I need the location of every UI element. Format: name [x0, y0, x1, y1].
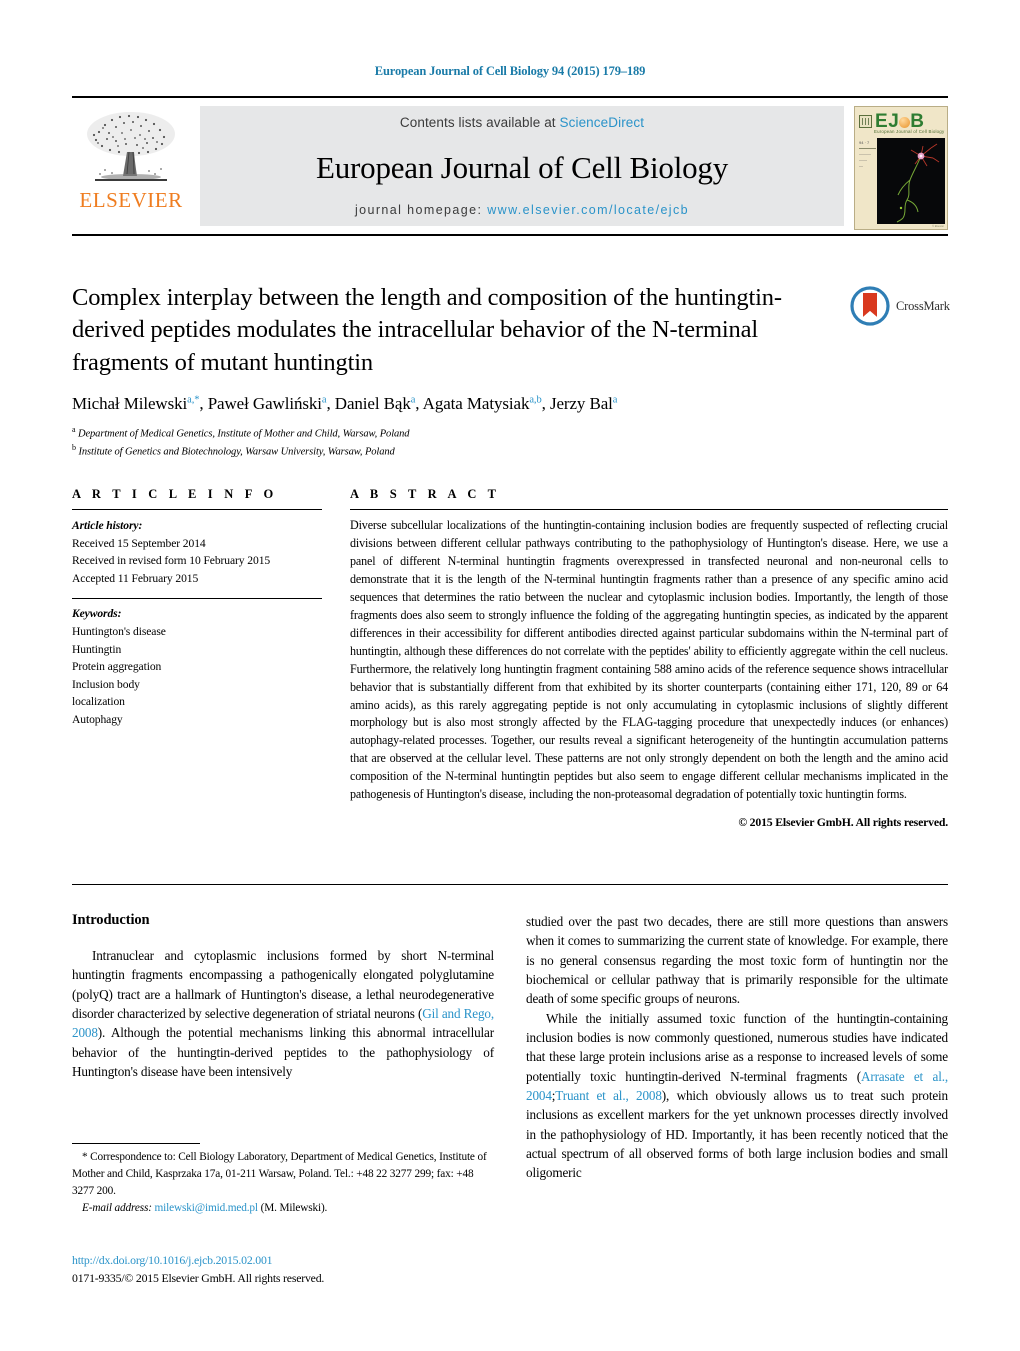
correspondence-text: * Correspondence to: Cell Biology Labora…: [72, 1151, 487, 1198]
journal-cover-thumbnail[interactable]: EJ B European Journal of Cell Biology 94 …: [854, 106, 948, 230]
running-head: European Journal of Cell Biology 94 (201…: [374, 64, 646, 78]
author-1-name: Paweł Gawliński: [207, 393, 322, 413]
author-list: Michał Milewskia,*, Paweł Gawlińskia, Da…: [72, 393, 618, 413]
author-0: Michał Milewskia,*: [72, 394, 199, 413]
keyword-3: Inclusion body: [72, 677, 140, 691]
crossmark-label: CrossMark: [896, 298, 950, 313]
journal-homepage-line: journal homepage: www.elsevier.com/locat…: [355, 203, 689, 217]
author-2-sup: a: [410, 394, 416, 406]
footnote-rule: [72, 1143, 200, 1144]
doi-block: http://dx.doi.org/10.1016/j.ejcb.2015.02…: [72, 1252, 532, 1287]
author-0-name: Michał Milewski: [72, 393, 188, 413]
author-3-sup: a,b: [529, 394, 542, 406]
cover-orange-dot-icon: [899, 117, 911, 128]
affiliation-a-text: Department of Medical Genetics, Institut…: [77, 428, 410, 440]
author-3: Agata Matysiaka,b: [423, 394, 542, 413]
keyword-1: Huntingtin: [72, 642, 122, 656]
article-history-2: Accepted 11 February 2015: [72, 571, 199, 585]
elsevier-tree-icon: [87, 112, 175, 181]
cover-meta-lines: ——— —— —: [859, 151, 871, 168]
article-history-block: Article history: Received 15 September 2…: [72, 517, 322, 587]
cover-volume-meta: 94 · 7 ——— —— —: [859, 140, 876, 169]
cover-subtitle: European Journal of Cell Biology: [874, 129, 945, 134]
author-4-name: Jerzy Bal: [549, 393, 613, 413]
article-history-label: Article history:: [72, 519, 143, 532]
journal-homepage-link[interactable]: www.elsevier.com/locate/ejcb: [487, 203, 689, 217]
cover-meta-rule: [859, 148, 876, 149]
sciencedirect-link[interactable]: ScienceDirect: [560, 115, 645, 130]
article-info-rule-mid: [72, 598, 322, 600]
cover-mini-emblem-icon: [859, 115, 872, 128]
cover-neuron-image: [877, 138, 945, 224]
body-separator-rule: [72, 884, 948, 885]
page-title: Complex interplay between the length and…: [72, 284, 782, 376]
author-2: Daniel Bąka: [335, 394, 416, 413]
cover-meta-top: 94 · 7: [859, 140, 870, 145]
keyword-4: localization: [72, 695, 125, 709]
body-column-right: studied over the past two decades, there…: [526, 912, 948, 1242]
info-abstract-region: A R T I C L E I N F O Article history: R…: [72, 487, 948, 830]
author-1-sup: a: [321, 394, 327, 406]
affiliation-b-text: Institute of Genetics and Biotechnology,…: [78, 446, 395, 458]
article-info-heading: A R T I C L E I N F O: [72, 487, 278, 501]
homepage-prefix: journal homepage:: [354, 203, 488, 217]
keywords-block: Keywords: Huntington's disease Huntingti…: [72, 605, 322, 728]
introduction-paragraph-1: Intranuclear and cytoplasmic inclusions …: [72, 946, 494, 1081]
email-owner: (M. Milewski).: [260, 1202, 328, 1215]
neuron-illustration-icon: [877, 138, 945, 224]
abstract-column: A B S T R A C T Diverse subcellular loca…: [350, 487, 948, 830]
footnote-block: * Correspondence to: Cell Biology Labora…: [72, 1143, 494, 1218]
journal-title: European Journal of Cell Biology: [315, 150, 729, 185]
journal-article-first-page: European Journal of Cell Biology 94 (201…: [0, 0, 1020, 1351]
email-address-label: E-mail address:: [82, 1202, 152, 1215]
keyword-2: Protein aggregation: [72, 660, 162, 674]
issn-copyright-line: 0171-9335/© 2015 Elsevier GmbH. All righ…: [72, 1270, 325, 1285]
title-block: Complex interplay between the length and…: [72, 282, 832, 461]
elsevier-logo: ELSEVIER: [72, 105, 190, 213]
contents-lists-line: Contents lists available at ScienceDirec…: [400, 115, 644, 130]
abstract-rule: [350, 509, 948, 510]
keyword-5: Autophagy: [72, 713, 123, 727]
elsevier-wordmark: ELSEVIER: [79, 188, 183, 212]
abstract-copyright: © 2015 Elsevier GmbH. All rights reserve…: [738, 815, 948, 830]
cover-credit: © Elsevier: [932, 225, 944, 228]
affiliation-b: b Institute of Genetics and Biotechnolog…: [72, 442, 832, 460]
intro-p1-part-b: ). Although the potential mechanisms lin…: [72, 1025, 494, 1079]
author-3-name: Agata Matysiak: [422, 393, 530, 413]
affiliation-list: a Department of Medical Genetics, Instit…: [72, 424, 832, 461]
author-2-name: Daniel Bąk: [334, 393, 411, 413]
introduction-paragraph-1-cont: studied over the past two decades, there…: [526, 914, 948, 1007]
citation-truant[interactable]: Truant et al., 2008: [555, 1088, 662, 1103]
affiliation-a: a Department of Medical Genetics, Instit…: [72, 424, 832, 442]
email-footnote: E-mail address: milewski@imid.med.pl (M.…: [72, 1200, 494, 1217]
introduction-paragraph-2: While the initially assumed toxic functi…: [526, 1009, 948, 1183]
doi-link[interactable]: http://dx.doi.org/10.1016/j.ejcb.2015.02…: [72, 1252, 532, 1270]
author-0-sup: a,*: [187, 394, 200, 406]
crossmark-badge[interactable]: CrossMark: [850, 285, 954, 327]
article-info-rule-top: [72, 509, 322, 510]
article-history-1: Received in revised form 10 February 201…: [72, 554, 271, 568]
crossmark-icon: [850, 286, 890, 326]
article-history-0: Received 15 September 2014: [72, 536, 206, 550]
contents-prefix: Contents lists available at: [399, 115, 560, 130]
author-4: Jerzy Bala: [550, 394, 617, 413]
introduction-heading: Introduction: [72, 912, 150, 928]
journal-masthead: ELSEVIER Contents lists available at Sci…: [72, 96, 948, 236]
affiliation-a-marker: a: [72, 425, 76, 435]
author-1: Paweł Gawlińskia: [208, 394, 327, 413]
correspondence-footnote: * Correspondence to: Cell Biology Labora…: [72, 1149, 494, 1200]
article-info-column: A R T I C L E I N F O Article history: R…: [72, 487, 322, 830]
email-address-link[interactable]: milewski@imid.med.pl: [155, 1202, 259, 1214]
abstract-heading: A B S T R A C T: [350, 487, 501, 501]
abstract-text: Diverse subcellular localizations of the…: [350, 518, 948, 802]
affiliation-b-marker: b: [72, 443, 76, 453]
author-4-sup: a: [612, 394, 618, 406]
keywords-label: Keywords:: [72, 607, 122, 621]
journal-band: Contents lists available at ScienceDirec…: [200, 106, 844, 226]
keyword-0: Huntington's disease: [72, 625, 166, 639]
